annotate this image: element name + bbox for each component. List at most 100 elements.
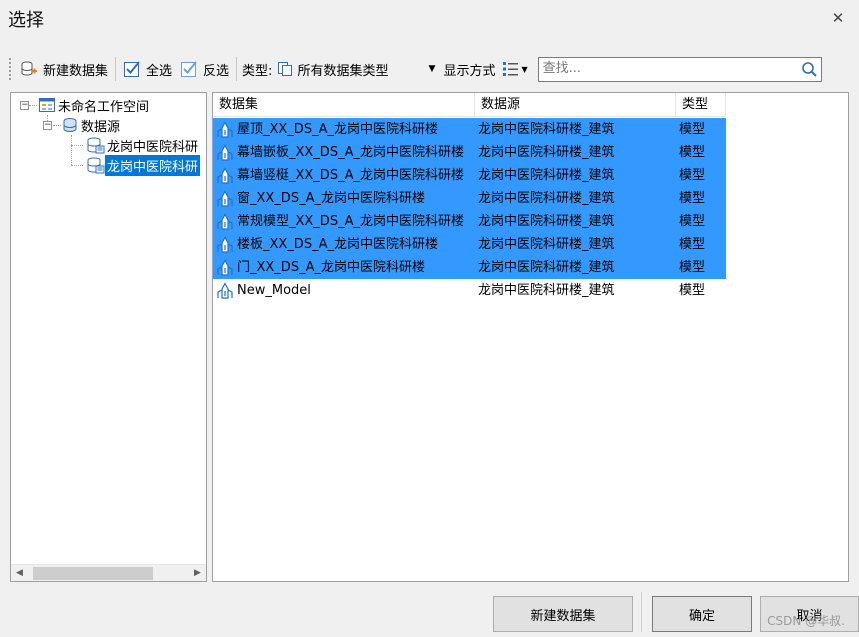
model-dataset-icon [217, 189, 233, 207]
tree-node-datasource-selected[interactable]: 龙岗中医院科研 [85, 154, 201, 176]
datasource-name: 龙岗中医院科研楼_建筑 [478, 145, 615, 160]
display-mode-button[interactable]: ▼ [498, 55, 531, 83]
display-mode-label: 显示方式 [443, 63, 496, 79]
column-header-dataset[interactable]: 数据集 [213, 93, 475, 117]
checkbox-invert-icon [181, 61, 197, 77]
title-bar: 选择 ✕ [0, 0, 859, 38]
column-header-datasource[interactable]: 数据源 [475, 93, 676, 117]
dataset-name: 窗_XX_DS_A_龙岗中医院科研楼 [237, 191, 425, 206]
ok-button[interactable]: 确定 [652, 596, 752, 632]
dataset-type: 模型 [679, 145, 706, 160]
scroll-thumb[interactable] [33, 567, 153, 580]
model-dataset-icon [217, 143, 233, 161]
dataset-name: New_Model [237, 283, 311, 298]
dataset-name-cell: 幕墙嵌板_XX_DS_A_龙岗中医院科研楼 [213, 141, 474, 164]
tree-node-workspace[interactable]: 未命名工作空间 [38, 95, 151, 115]
workspace-tree[interactable]: − 未命名工作空间 − 数据源 龙岗中医院科研 龙岗中医院科研 ◀ ▶ [10, 92, 207, 582]
table-row[interactable]: New_Model 龙岗中医院科研楼_建筑 模型 [213, 279, 726, 302]
type-select[interactable]: 所有数据集类型 ▼ [275, 55, 441, 83]
model-dataset-icon [217, 235, 233, 253]
dataset-name: 屋顶_XX_DS_A_龙岗中医院科研楼 [237, 122, 438, 137]
search-icon[interactable] [801, 61, 818, 78]
scroll-right-arrow[interactable]: ▶ [189, 565, 206, 581]
datasource-cell: 龙岗中医院科研楼_建筑 [474, 141, 676, 164]
workspace-collapse-toggle[interactable]: − [20, 101, 29, 110]
workspace-label: 未命名工作空间 [58, 99, 150, 115]
tree-connector [71, 135, 72, 165]
new-dataset-toolbar-label: 新建数据集 [43, 63, 109, 79]
footer-separator [641, 592, 642, 632]
list-rows: 屋顶_XX_DS_A_龙岗中医院科研楼 龙岗中医院科研楼_建筑 模型 幕墙嵌板_XX_… [213, 118, 726, 302]
type-cell: 模型 [676, 118, 726, 141]
dataset-name-cell: 门_XX_DS_A_龙岗中医院科研楼 [213, 256, 474, 279]
type-cell: 模型 [676, 256, 726, 279]
datasource-name: 龙岗中医院科研楼_建筑 [478, 237, 615, 252]
datasource-name: 龙岗中医院科研楼_建筑 [478, 122, 615, 137]
dataset-name: 幕墙嵌板_XX_DS_A_龙岗中医院科研楼 [237, 145, 464, 160]
datasource-name: 龙岗中医院科研楼_建筑 [478, 191, 615, 206]
table-row[interactable]: 幕墙嵌板_XX_DS_A_龙岗中医院科研楼 龙岗中医院科研楼_建筑 模型 [213, 141, 726, 164]
dataset-name-cell: 幕墙竖梃_XX_DS_A_龙岗中医院科研楼 [213, 164, 474, 187]
search-box [537, 56, 822, 82]
new-dataset-toolbar-button[interactable]: 新建数据集 [16, 55, 112, 83]
list-header: 数据集 数据源 类型 [213, 93, 726, 117]
toolbar-grip[interactable] [8, 57, 12, 81]
select-all-button[interactable]: 全选 [119, 55, 176, 83]
tree-connector [53, 125, 61, 126]
datasource-cell: 龙岗中医院科研楼_建筑 [474, 279, 676, 302]
column-header-type[interactable]: 类型 [676, 93, 726, 117]
dataset-type: 模型 [679, 214, 706, 229]
type-cell: 模型 [676, 279, 726, 302]
table-row[interactable]: 屋顶_XX_DS_A_龙岗中医院科研楼 龙岗中医院科研楼_建筑 模型 [213, 118, 726, 141]
table-row[interactable]: 楼板_XX_DS_A_龙岗中医院科研楼 龙岗中医院科研楼_建筑 模型 [213, 233, 726, 256]
dataset-types-icon [278, 62, 293, 76]
model-dataset-icon [217, 166, 233, 184]
dataset-name: 幕墙竖梃_XX_DS_A_龙岗中医院科研楼 [237, 168, 464, 183]
model-dataset-icon [217, 212, 233, 230]
table-row[interactable]: 窗_XX_DS_A_龙岗中医院科研楼 龙岗中医院科研楼_建筑 模型 [213, 187, 726, 210]
dataset-type: 模型 [679, 260, 706, 275]
datasource-name: 龙岗中医院科研楼_建筑 [478, 260, 615, 275]
datasources-label: 数据源 [81, 119, 121, 135]
tree-node-datasources[interactable]: 数据源 [61, 115, 122, 135]
new-dataset-button[interactable]: 新建数据集 [493, 596, 633, 632]
datasources-collapse-toggle[interactable]: − [43, 121, 52, 130]
dataset-name: 楼板_XX_DS_A_龙岗中医院科研楼 [237, 237, 438, 252]
watermark: CSDN @华叔. [767, 614, 845, 628]
dataset-name-cell: New_Model [213, 279, 474, 302]
datasource-cell: 龙岗中医院科研楼_建筑 [474, 233, 676, 256]
dataset-type: 模型 [679, 283, 706, 298]
dataset-name-cell: 屋顶_XX_DS_A_龙岗中医院科研楼 [213, 118, 474, 141]
model-dataset-icon [217, 120, 233, 138]
model-dataset-icon [217, 281, 233, 299]
dataset-name: 门_XX_DS_A_龙岗中医院科研楼 [237, 260, 425, 275]
datasource-label: 龙岗中医院科研 [105, 154, 201, 176]
type-label: 类型: [242, 63, 273, 79]
dataset-list[interactable]: 数据集 数据源 类型 屋顶_XX_DS_A_龙岗中医院科研楼龙岗中医院科研楼_建… [212, 92, 849, 582]
datasource-cell: 龙岗中医院科研楼_建筑 [474, 187, 676, 210]
type-cell: 模型 [676, 210, 726, 233]
dropdown-arrow-icon: ▼ [428, 64, 436, 74]
table-row[interactable]: 常规模型_XX_DS_A_龙岗中医院科研楼 龙岗中医院科研楼_建筑 模型 [213, 210, 726, 233]
dataset-name-cell: 楼板_XX_DS_A_龙岗中医院科研楼 [213, 233, 474, 256]
close-icon: ✕ [831, 9, 845, 27]
close-button[interactable]: ✕ [827, 7, 849, 29]
datasource-label: 龙岗中医院科研 [107, 139, 199, 155]
tree-connector [71, 165, 83, 166]
tree-connector [71, 145, 83, 146]
datasource-name: 龙岗中医院科研楼_建筑 [478, 214, 615, 229]
toolbar-separator [236, 57, 238, 81]
scroll-left-arrow[interactable]: ◀ [11, 565, 28, 581]
tree-connector [29, 105, 37, 106]
tree-horizontal-scrollbar[interactable]: ◀ ▶ [11, 564, 206, 581]
tree-node-datasource[interactable]: 龙岗中医院科研 [85, 135, 200, 155]
search-input[interactable] [538, 57, 789, 80]
invert-selection-button[interactable]: 反选 [176, 55, 233, 83]
table-row[interactable]: 门_XX_DS_A_龙岗中医院科研楼 龙岗中医院科研楼_建筑 模型 [213, 256, 726, 279]
dataset-type: 模型 [679, 122, 706, 137]
table-row[interactable]: 幕墙竖梃_XX_DS_A_龙岗中医院科研楼 龙岗中医院科研楼_建筑 模型 [213, 164, 726, 187]
datasource-name: 龙岗中医院科研楼_建筑 [478, 168, 615, 183]
toolbar-separator [115, 57, 117, 81]
list-view-icon [503, 62, 519, 76]
select-all-label: 全选 [146, 63, 173, 79]
